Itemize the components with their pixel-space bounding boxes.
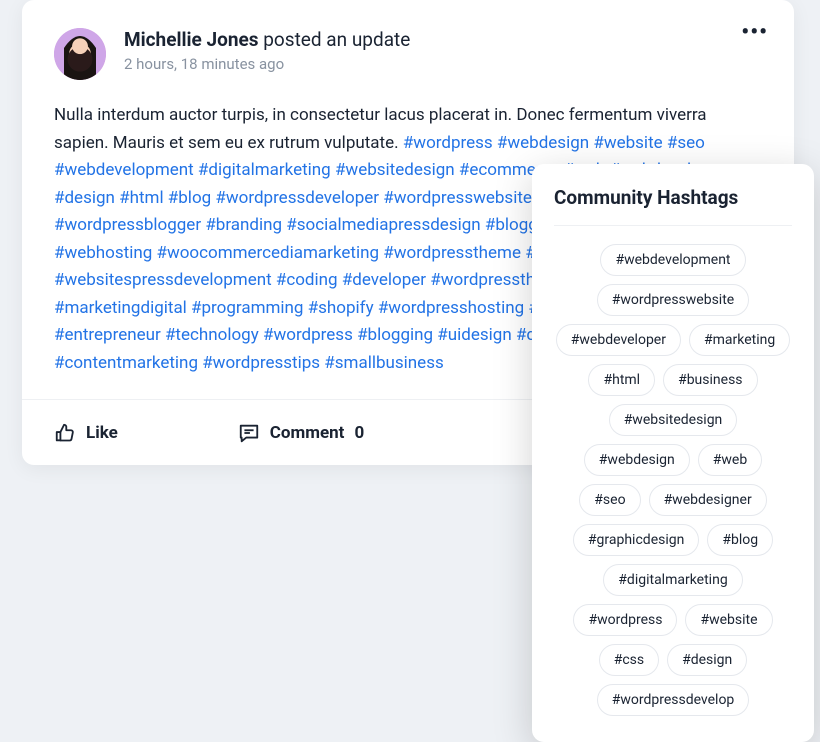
hashtag-link[interactable]: #webdesign — [497, 133, 589, 153]
tag-pill[interactable]: #design — [667, 644, 747, 676]
post-author[interactable]: Michellie Jones — [124, 28, 259, 51]
tag-pill[interactable]: #website — [685, 604, 772, 636]
hashtag-link[interactable]: #uidesign — [437, 325, 511, 345]
comment-count: 0 — [354, 423, 364, 443]
hashtag-link[interactable]: #html — [119, 188, 163, 208]
tag-pill[interactable]: #webdesigner — [649, 484, 767, 516]
tag-pill[interactable]: #graphicdesign — [573, 524, 699, 556]
tag-pill[interactable]: #websitedesign — [609, 404, 738, 436]
tag-cloud: #webdevelopment #wordpresswebsite #webdeve… — [554, 244, 792, 716]
community-hashtags-panel: Community Hashtags #webdevelopment #wordp… — [532, 164, 814, 742]
hashtag-link[interactable]: #smallbusiness — [324, 353, 443, 373]
tag-pill[interactable]: #web — [698, 444, 762, 476]
hashtag-link[interactable]: #wordpressblogger — [54, 215, 201, 235]
sidebar-title: Community Hashtags — [554, 186, 792, 226]
hashtag-link[interactable]: #wordpresshosting — [378, 298, 524, 318]
tag-pill[interactable]: #webdeveloper — [556, 324, 681, 356]
tag-pill[interactable]: #wordpressdevelop — [597, 684, 750, 716]
hashtag-link[interactable]: #branding — [205, 215, 282, 235]
hashtag-link[interactable]: #shopify — [308, 298, 374, 318]
avatar[interactable] — [54, 28, 106, 80]
hashtag-link[interactable]: #webdevelopment — [54, 160, 194, 180]
hashtag-link[interactable]: #blog — [168, 188, 211, 208]
tag-pill[interactable]: #marketing — [689, 324, 790, 356]
comment-icon — [238, 422, 260, 444]
post-header-text: Michellie Jones posted an update 2 hours… — [124, 28, 410, 73]
hashtag-link[interactable]: #programming — [191, 298, 303, 318]
like-label: Like — [86, 423, 118, 443]
hashtag-link[interactable]: #websitespressdevelopment — [54, 270, 272, 290]
tag-pill[interactable]: #digitalmarketing — [603, 564, 742, 596]
hashtag-link[interactable]: #socialmediapressdesign — [286, 215, 480, 235]
tag-pill[interactable]: #wordpresswebsite — [597, 284, 749, 316]
tag-pill[interactable]: #html — [588, 364, 655, 396]
hashtag-link[interactable]: #marketingdigital — [54, 298, 187, 318]
comment-label: Comment — [270, 423, 345, 443]
hashtag-link[interactable]: #wordpresstheme — [383, 243, 521, 263]
hashtag-link[interactable]: #blogging — [357, 325, 433, 345]
post-header: Michellie Jones posted an update 2 hours… — [54, 28, 762, 80]
tag-pill[interactable]: #business — [663, 364, 757, 396]
hashtag-link[interactable]: #technology — [165, 325, 259, 345]
hashtag-link[interactable]: #websitedesign — [335, 160, 455, 180]
hashtag-link[interactable]: #wordpresswebsite — [383, 188, 532, 208]
more-options-button[interactable]: ••• — [741, 20, 768, 45]
tag-pill[interactable]: #blog — [707, 524, 773, 556]
tag-pill[interactable]: #css — [599, 644, 659, 676]
post-action-text: posted an update — [259, 28, 411, 51]
hashtag-link[interactable]: #contentmarketing — [54, 353, 198, 373]
hashtag-link[interactable]: #wordpress — [263, 325, 353, 345]
hashtag-link[interactable]: #wordpressdeveloper — [215, 188, 379, 208]
tag-pill[interactable]: #wordpress — [573, 604, 677, 636]
hashtag-link[interactable]: #wordpresstips — [202, 353, 320, 373]
hashtag-link[interactable]: #wordpress — [403, 133, 493, 153]
post-time: 2 hours, 18 minutes ago — [124, 55, 410, 73]
comment-button[interactable]: Comment 0 — [224, 414, 378, 452]
tag-pill[interactable]: #webdesign — [584, 444, 690, 476]
tag-pill[interactable]: #webdevelopment — [600, 244, 745, 276]
hashtag-link[interactable]: #developer — [342, 270, 426, 290]
tag-pill[interactable]: #seo — [579, 484, 640, 516]
hashtag-link[interactable]: #woocommercediamarketing — [156, 243, 379, 263]
hashtag-link[interactable]: #coding — [276, 270, 338, 290]
hashtag-link[interactable]: #design — [54, 188, 115, 208]
hashtag-link[interactable]: #website — [593, 133, 662, 153]
hashtag-link[interactable]: #digitalmarketing — [198, 160, 331, 180]
thumbs-up-icon — [54, 422, 76, 444]
post-title-line: Michellie Jones posted an update — [124, 28, 410, 51]
hashtag-link[interactable]: #webhosting — [54, 243, 152, 263]
hashtag-link[interactable]: #seo — [667, 133, 705, 153]
hashtag-link[interactable]: #entrepreneur — [54, 325, 161, 345]
like-button[interactable]: Like — [40, 414, 132, 452]
